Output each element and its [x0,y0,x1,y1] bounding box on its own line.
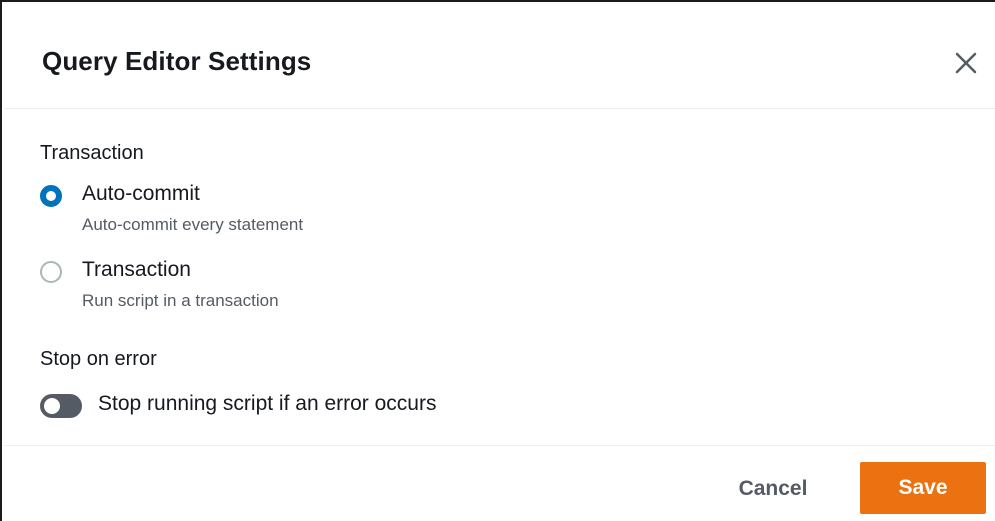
radio-label: Transaction [82,258,191,281]
query-editor-settings-dialog: Query Editor Settings Transaction Auto-c… [0,0,995,521]
stop-on-error-section-label: Stop on error [40,348,157,370]
dialog-title: Query Editor Settings [42,46,312,76]
dialog-footer: Cancel Save [4,445,995,521]
stop-on-error-toggle[interactable] [40,394,82,418]
radio-description: Auto-commit every statement [82,215,304,234]
radio-option-transaction[interactable]: Transaction Run script in a transaction [40,258,740,310]
dialog-header: Query Editor Settings [4,4,995,109]
transaction-section-label: Transaction [40,142,144,164]
close-button[interactable] [951,48,981,78]
save-button[interactable]: Save [860,462,986,514]
radio-description: Run script in a transaction [82,291,279,310]
cancel-button[interactable]: Cancel [718,464,828,514]
radio-option-auto-commit[interactable]: Auto-commit Auto-commit every statement [40,182,740,234]
radio-selected-icon[interactable] [40,185,62,207]
toggle-label: Stop running script if an error occurs [98,392,437,415]
stop-on-error-toggle-row: Stop running script if an error occurs [40,390,640,422]
radio-label: Auto-commit [82,182,200,205]
close-icon [955,52,977,74]
toggle-knob [44,398,60,414]
radio-unselected-icon[interactable] [40,261,62,283]
